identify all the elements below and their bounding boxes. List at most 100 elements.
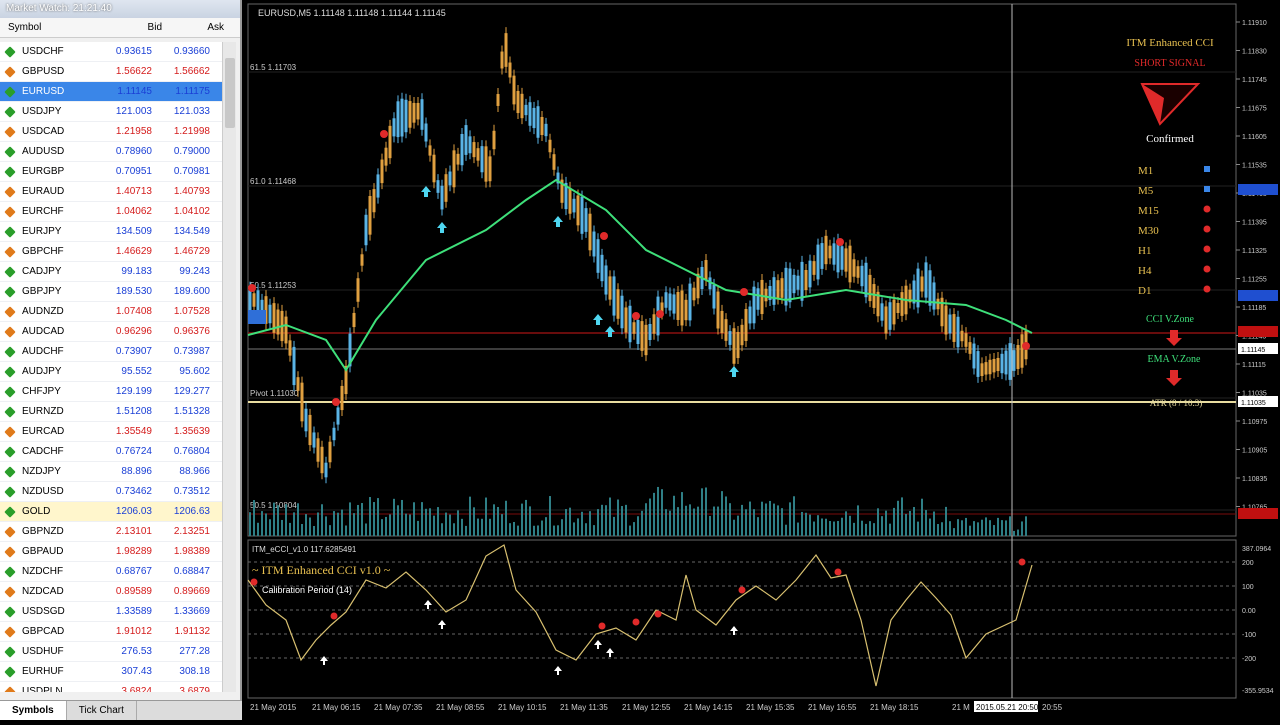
candle-body [292, 346, 296, 386]
volume-bar [845, 511, 847, 536]
symbol-row[interactable]: GBPCHF 1.46629 1.46729 [0, 242, 224, 262]
price-axis-label: 1.11745 [1242, 77, 1267, 84]
symbol-row[interactable]: CHFJPY 129.199 129.277 [0, 382, 224, 402]
volume-bar [321, 504, 323, 536]
volume-bar [361, 503, 363, 536]
chart-window[interactable]: EURUSD,M5 1.11148 1.11148 1.11144 1.1114… [246, 0, 1280, 720]
symbol-row[interactable]: GBPJPY 189.530 189.600 [0, 282, 224, 302]
price-chart[interactable]: EURUSD,M5 1.11148 1.11148 1.11144 1.1114… [246, 0, 1280, 720]
ask-column-header[interactable]: Ask [162, 18, 224, 37]
candle-body [676, 292, 680, 320]
symbol-row[interactable]: EURUSD 1.11145 1.11175 [0, 82, 224, 102]
cci-sell-icon [654, 610, 662, 618]
sell-signal-icon [380, 130, 388, 138]
volume-bar [301, 523, 303, 536]
candle-body [888, 302, 892, 330]
bid-column-header[interactable]: Bid [100, 18, 162, 37]
symbol-row[interactable]: GOLD 1206.03 1206.63 [0, 502, 224, 522]
symbol-row[interactable]: GBPCAD 1.91012 1.91132 [0, 622, 224, 642]
symbol-row[interactable]: EURNZD 1.51208 1.51328 [0, 402, 224, 422]
candle-body [284, 316, 288, 344]
bid-cell: 0.96296 [115, 326, 152, 337]
candle-body [688, 283, 692, 321]
volume-bar [349, 502, 351, 536]
volume-bar [921, 498, 923, 536]
symbol-row[interactable]: NZDCAD 0.89589 0.89669 [0, 582, 224, 602]
tab-symbols[interactable]: Symbols [0, 701, 67, 720]
symbol-row[interactable]: USDCAD 1.21958 1.21998 [0, 122, 224, 142]
sell-signal-icon [632, 312, 640, 320]
chart-header: EURUSD,M5 1.11148 1.11148 1.11144 1.1114… [258, 8, 446, 18]
symbol-name: NZDUSD [22, 486, 64, 497]
symbol-row[interactable]: USDSGD 1.33589 1.33669 [0, 602, 224, 622]
bid-cell: 1.07408 [115, 306, 152, 317]
symbol-row[interactable]: EURGBP 0.70951 0.70981 [0, 162, 224, 182]
volume-bar [445, 512, 447, 536]
volume-bar [585, 523, 587, 536]
market-watch-title: Market Watch: 21:21:40 [0, 0, 240, 18]
candle-body [472, 142, 476, 158]
symbol-row[interactable]: NZDCHF 0.68767 0.68847 [0, 562, 224, 582]
candle-body [376, 174, 380, 198]
candle-body [544, 123, 548, 137]
orange-diamond-icon [4, 545, 16, 558]
candle-body [900, 292, 904, 316]
volume-bar [953, 528, 955, 536]
symbol-row[interactable]: USDHUF 276.53 277.28 [0, 642, 224, 662]
symbol-column-header[interactable]: Symbol [0, 18, 100, 37]
volume-bar [453, 523, 455, 536]
symbol-row[interactable]: CADJPY 99.183 99.243 [0, 262, 224, 282]
cci-sell-icon [632, 618, 640, 626]
symbol-name: USDHUF [22, 646, 64, 657]
volume-bar [789, 502, 791, 536]
symbol-row[interactable]: GBPNZD 2.13101 2.13251 [0, 522, 224, 542]
bid-cell: 0.73462 [115, 486, 152, 497]
candle-body [840, 246, 844, 270]
bid-cell: 0.70951 [115, 166, 152, 177]
symbol-row[interactable]: USDPLN 3.6824 3.6879 [0, 682, 224, 692]
green-diamond-icon [4, 345, 16, 358]
symbol-name: CADJPY [22, 266, 62, 277]
ask-cell: 99.243 [179, 266, 210, 277]
ask-cell: 0.79000 [173, 146, 210, 157]
symbol-row[interactable]: EURAUD 1.40713 1.40793 [0, 182, 224, 202]
symbol-row[interactable]: NZDJPY 88.896 88.966 [0, 462, 224, 482]
symbol-row[interactable]: CADCHF 0.76724 0.76804 [0, 442, 224, 462]
symbol-row[interactable]: NZDUSD 0.73462 0.73512 [0, 482, 224, 502]
volume-bar [877, 508, 879, 536]
candle-body [864, 262, 868, 298]
cci-sell-icon [330, 612, 338, 620]
symbol-list-scrollbar[interactable] [222, 42, 236, 692]
symbol-name: AUDCAD [22, 326, 65, 337]
symbol-row[interactable]: EURJPY 134.509 134.549 [0, 222, 224, 242]
symbol-row[interactable]: USDCHF 0.93615 0.93660 [0, 42, 224, 62]
volume-bar [249, 512, 251, 536]
symbol-row[interactable]: AUDNZD 1.07408 1.07528 [0, 302, 224, 322]
scrollbar-thumb[interactable] [225, 58, 235, 128]
tab-tick-chart[interactable]: Tick Chart [67, 701, 137, 720]
volume-bar [825, 518, 827, 536]
symbol-row[interactable]: AUDCAD 0.96296 0.96376 [0, 322, 224, 342]
volume-bar [401, 499, 403, 536]
symbol-row[interactable]: EURHUF 307.43 308.18 [0, 662, 224, 682]
symbol-row[interactable]: AUDUSD 0.78960 0.79000 [0, 142, 224, 162]
volume-bar [993, 525, 995, 536]
candle-body [604, 265, 608, 295]
candle-body [968, 342, 972, 354]
price-axis-label: 1.10905 [1242, 448, 1267, 455]
symbol-row[interactable]: EURCHF 1.04062 1.04102 [0, 202, 224, 222]
volume-bar [461, 518, 463, 536]
volume-bar [801, 511, 803, 536]
symbol-row[interactable]: AUDCHF 0.73907 0.73987 [0, 342, 224, 362]
symbol-row[interactable]: EURCAD 1.35549 1.35639 [0, 422, 224, 442]
volume-bar [1021, 521, 1023, 536]
cci-buy-arrow-icon [320, 656, 328, 665]
symbol-row[interactable]: USDJPY 121.003 121.033 [0, 102, 224, 122]
symbol-row[interactable]: GBPUSD 1.56622 1.56662 [0, 62, 224, 82]
symbol-row[interactable]: AUDJPY 95.552 95.602 [0, 362, 224, 382]
green-diamond-icon [4, 45, 16, 58]
candle-body [416, 102, 420, 120]
bid-cell: 1.04062 [115, 206, 152, 217]
symbol-row[interactable]: GBPAUD 1.98289 1.98389 [0, 542, 224, 562]
candle-body [412, 102, 416, 123]
